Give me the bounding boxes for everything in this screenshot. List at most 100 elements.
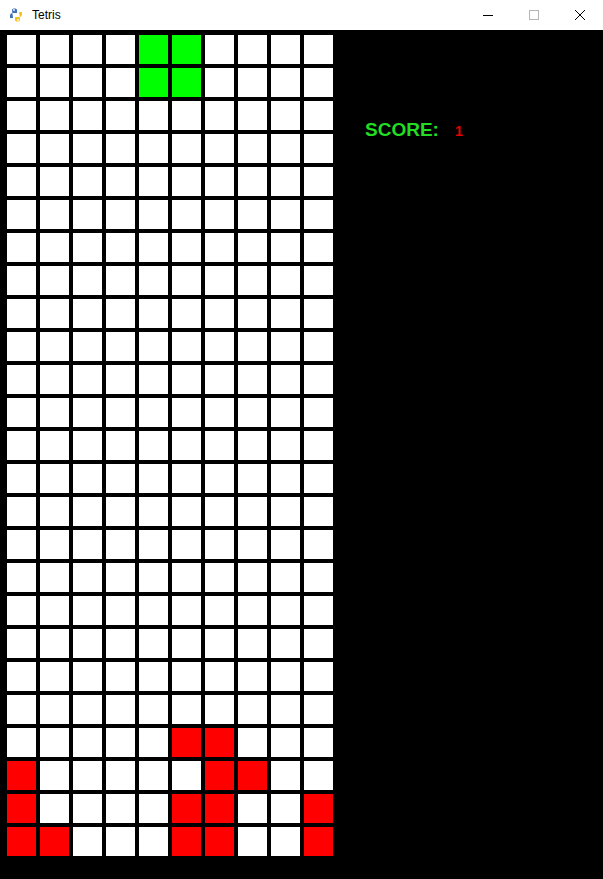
board-cell (205, 68, 234, 97)
board-cell (40, 464, 69, 493)
board-cell (172, 299, 201, 328)
board-cell (106, 563, 135, 592)
board-cell (205, 365, 234, 394)
board-cell (40, 299, 69, 328)
board-cell (106, 794, 135, 823)
board-cell (139, 563, 168, 592)
board-cell (172, 629, 201, 658)
board-cell (139, 530, 168, 559)
close-button[interactable] (557, 0, 603, 30)
board-cell (304, 299, 333, 328)
board-cell (271, 233, 300, 262)
board-cell (205, 398, 234, 427)
board-cell (106, 827, 135, 856)
board-cell (139, 233, 168, 262)
board-cell (106, 497, 135, 526)
title-bar: Tetris (0, 0, 603, 30)
board-cell (139, 200, 168, 229)
board-cell (7, 266, 36, 295)
board-cell (7, 134, 36, 163)
maximize-button[interactable] (511, 0, 557, 30)
board-cell (73, 827, 102, 856)
board-cell (7, 299, 36, 328)
board-cell (172, 431, 201, 460)
board-cell (106, 761, 135, 790)
board-cell (271, 761, 300, 790)
board-cell (73, 761, 102, 790)
board-cell (106, 662, 135, 691)
board-cell (40, 35, 69, 64)
board-cell (238, 35, 267, 64)
board-cell (205, 101, 234, 130)
board-cell (172, 794, 201, 823)
window-title: Tetris (32, 9, 61, 21)
board-cell (7, 464, 36, 493)
board-cell (304, 365, 333, 394)
board-cell (304, 497, 333, 526)
board-cell (73, 299, 102, 328)
board-cell (304, 266, 333, 295)
board-cell (7, 563, 36, 592)
board-cell (304, 596, 333, 625)
board-cell (73, 68, 102, 97)
board-cell (238, 134, 267, 163)
board-cell (73, 200, 102, 229)
board-cell (205, 662, 234, 691)
board-cell (7, 365, 36, 394)
board-cell (40, 596, 69, 625)
board-cell (40, 200, 69, 229)
board-cell (205, 761, 234, 790)
board-cell (238, 398, 267, 427)
board-cell (73, 662, 102, 691)
board-cell (73, 167, 102, 196)
board-cell (40, 728, 69, 757)
board-cell (271, 728, 300, 757)
board-cell (172, 728, 201, 757)
board-cell (205, 563, 234, 592)
board-cell (238, 332, 267, 361)
board-cell (271, 662, 300, 691)
board-cell (304, 134, 333, 163)
board-cell (106, 629, 135, 658)
board-cell (40, 497, 69, 526)
board-cell (106, 596, 135, 625)
board-cell (172, 464, 201, 493)
board-cell (139, 794, 168, 823)
board[interactable] (7, 35, 333, 856)
board-cell (139, 365, 168, 394)
minimize-button[interactable] (465, 0, 511, 30)
board-cell (205, 827, 234, 856)
board-cell (73, 530, 102, 559)
board-cell (238, 794, 267, 823)
board-cell (40, 761, 69, 790)
board-cell (139, 497, 168, 526)
board-cell (172, 530, 201, 559)
board-cell (40, 332, 69, 361)
board-cell (304, 794, 333, 823)
board-cell (172, 134, 201, 163)
board-cell (238, 68, 267, 97)
close-icon (575, 10, 585, 20)
board-cell (238, 662, 267, 691)
board-cell (271, 398, 300, 427)
board-cell (271, 101, 300, 130)
board-cell (304, 431, 333, 460)
board-cell (7, 629, 36, 658)
board-cell (106, 134, 135, 163)
board-cell (271, 794, 300, 823)
board-cell (172, 761, 201, 790)
board-cell (139, 332, 168, 361)
board-cell (205, 431, 234, 460)
board-cell (304, 101, 333, 130)
score-value: 1 (455, 124, 463, 138)
game-area: SCORE: 1 (0, 30, 603, 879)
board-cell (73, 431, 102, 460)
board-cell (172, 266, 201, 295)
board-cell (139, 761, 168, 790)
board-cell (238, 728, 267, 757)
board-cell (238, 464, 267, 493)
board-cell (106, 464, 135, 493)
board-cell (139, 827, 168, 856)
board-cell (40, 530, 69, 559)
board-cell (205, 266, 234, 295)
